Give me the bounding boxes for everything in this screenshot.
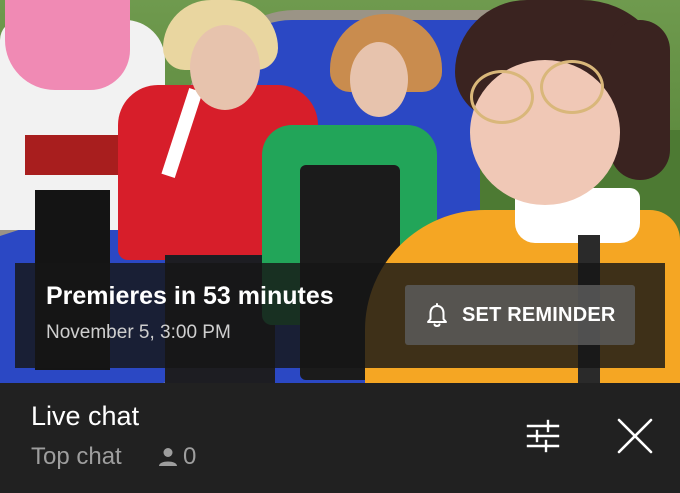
chat-mode-selector[interactable]: Top chat (31, 443, 122, 471)
viewer-count: 0 (183, 443, 197, 470)
glasses-right-lens (540, 60, 604, 114)
video-player[interactable]: Premieres in 53 minutes November 5, 3:00… (0, 0, 680, 383)
set-reminder-button[interactable]: SET REMINDER (405, 285, 635, 345)
live-chat-title: Live chat (31, 401, 140, 431)
bell-icon (427, 303, 447, 327)
premiere-banner: Premieres in 53 minutes November 5, 3:00… (15, 263, 665, 368)
premiere-title: Premieres in 53 minutes (46, 282, 334, 310)
glasses-left-lens (470, 70, 534, 124)
person-2-face (190, 25, 260, 110)
set-reminder-label: SET REMINDER (462, 304, 616, 326)
sliders-icon[interactable] (520, 413, 566, 459)
live-chat-header: Live chat Top chat 0 (0, 383, 680, 493)
person-3-face (350, 42, 408, 117)
person-4-hair-side (610, 20, 670, 180)
person-1-hair (5, 0, 130, 90)
premiere-date: November 5, 3:00 PM (46, 322, 231, 343)
person-icon (159, 448, 177, 466)
close-icon[interactable] (612, 413, 658, 459)
